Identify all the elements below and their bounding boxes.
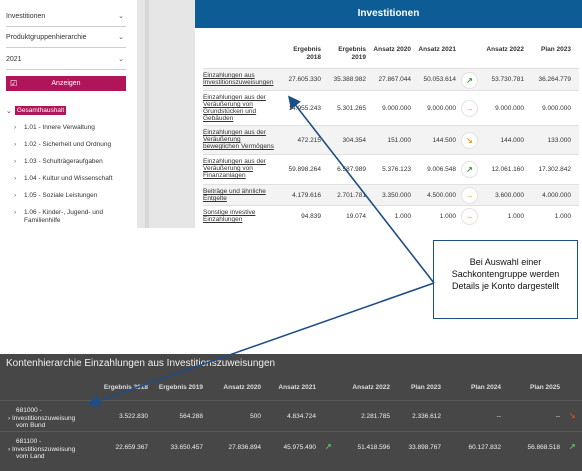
arrow-to-detail <box>86 282 435 407</box>
annotation-arrows <box>86 95 435 407</box>
arrow-to-row <box>288 95 435 284</box>
